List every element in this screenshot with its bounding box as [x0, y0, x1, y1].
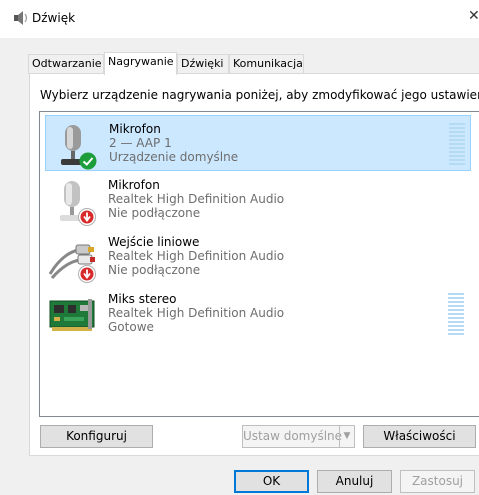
level-meter: [449, 123, 465, 167]
cancel-button[interactable]: Anuluj: [317, 470, 392, 493]
list-item-device[interactable]: Miks stereo Realtek High Definition Audi…: [45, 286, 471, 342]
set-default-button[interactable]: Ustaw domyślne ▼: [242, 425, 355, 448]
default-check-icon: [79, 152, 97, 170]
device-status: Gotowe: [108, 320, 154, 334]
device-subtitle: Realtek High Definition Audio: [108, 306, 285, 320]
device-subtitle: Realtek High Definition Audio: [108, 192, 285, 206]
properties-button[interactable]: Właściwości: [363, 425, 476, 448]
tab-playback[interactable]: Odtwarzanie: [28, 54, 104, 74]
tab-sounds[interactable]: Dźwięki: [177, 54, 229, 74]
unplugged-icon: [78, 208, 96, 226]
device-name: Miks stereo: [108, 292, 177, 306]
close-icon[interactable]: ✕: [468, 8, 479, 28]
instruction-text: Wybierz urządzenie nagrywania poniżej, a…: [40, 88, 479, 102]
list-item-device[interactable]: Mikrofon 2 — AAP 1 Urządzenie domyślne: [45, 115, 471, 171]
set-default-label: Ustaw domyślne: [243, 429, 343, 443]
unplugged-icon: [78, 265, 96, 283]
chevron-down-icon[interactable]: ▼: [339, 426, 354, 447]
tab-recording[interactable]: Nagrywanie: [104, 52, 177, 75]
device-subtitle: Realtek High Definition Audio: [108, 249, 285, 263]
configure-button[interactable]: Konfiguruj: [40, 425, 153, 448]
device-name: Wejście liniowe: [108, 235, 200, 249]
device-status: Nie podłączone: [108, 206, 201, 220]
device-list[interactable]: Mikrofon 2 — AAP 1 Urządzenie domyślne M…: [39, 111, 479, 417]
apply-button[interactable]: Zastosuj: [400, 470, 475, 493]
level-meter: [448, 293, 464, 337]
device-status: Nie podłączone: [108, 263, 201, 277]
device-name: Mikrofon: [109, 122, 161, 136]
sound-card-icon: [48, 291, 96, 339]
title-bar: Dźwięk ✕: [0, 0, 479, 38]
list-item-device[interactable]: Wejście liniowe Realtek High Definition …: [45, 229, 471, 285]
ok-button[interactable]: OK: [234, 470, 309, 493]
list-item-device[interactable]: Mikrofon Realtek High Definition Audio N…: [45, 172, 471, 228]
device-subtitle: 2 — AAP 1: [109, 136, 172, 150]
tab-communications[interactable]: Komunikacja: [229, 54, 304, 74]
speaker-icon: [13, 10, 29, 26]
device-status: Urządzenie domyślne: [109, 150, 239, 164]
device-name: Mikrofon: [108, 178, 160, 192]
window-title: Dźwięk: [32, 11, 76, 25]
